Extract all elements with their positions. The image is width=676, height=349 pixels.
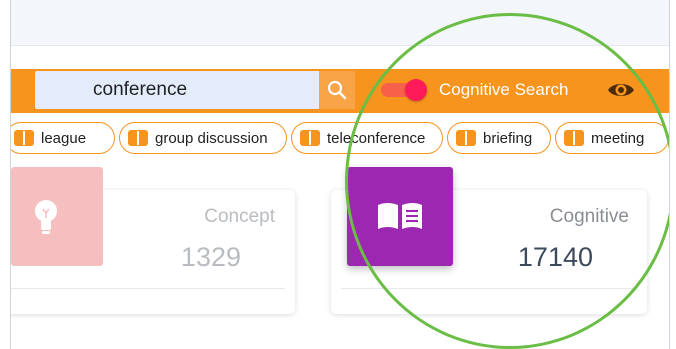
- chip-group-discussion[interactable]: group discussion: [119, 122, 287, 154]
- eye-icon[interactable]: [606, 78, 636, 102]
- book-icon: [128, 130, 148, 146]
- toggle-knob: [405, 79, 427, 101]
- chip-label: league: [41, 129, 87, 147]
- book-icon: [14, 130, 34, 146]
- suggestion-chips: league group discussion teleconference b…: [11, 122, 669, 156]
- app-frame: Cognitive Search league group discussion…: [10, 0, 670, 349]
- book-icon: [300, 130, 320, 146]
- search-toolbar: Cognitive Search: [11, 69, 669, 113]
- search-input[interactable]: [35, 71, 319, 109]
- lightbulb-icon: [35, 200, 57, 234]
- card-count: 1329: [180, 242, 241, 272]
- search-button[interactable]: [319, 71, 355, 109]
- search-icon: [327, 80, 347, 100]
- book-icon: [564, 130, 584, 146]
- card-count: 17140: [517, 242, 593, 272]
- chip-briefing[interactable]: briefing: [447, 122, 551, 154]
- chip-label: briefing: [483, 129, 533, 147]
- card-divider: [341, 288, 637, 289]
- chip-league[interactable]: league: [11, 122, 115, 154]
- card-divider: [11, 288, 285, 289]
- cognitive-search-label: Cognitive Search: [439, 80, 569, 99]
- card-title: Concept: [204, 206, 275, 227]
- chip-label: meeting: [591, 129, 645, 147]
- book-icon: [456, 130, 476, 146]
- cognitive-search-toggle[interactable]: [381, 79, 427, 101]
- card-title: Cognitive: [549, 206, 629, 227]
- search-box: [35, 71, 321, 109]
- chip-label: group discussion: [155, 129, 268, 147]
- cognitive-icon-tile: [347, 167, 453, 266]
- chip-meeting[interactable]: meeting: [555, 122, 669, 154]
- top-header-bar: [11, 0, 669, 46]
- chip-label: teleconference: [327, 129, 426, 147]
- book-icon: [378, 203, 422, 229]
- chip-teleconference[interactable]: teleconference: [291, 122, 443, 154]
- concept-icon-tile: [11, 167, 103, 266]
